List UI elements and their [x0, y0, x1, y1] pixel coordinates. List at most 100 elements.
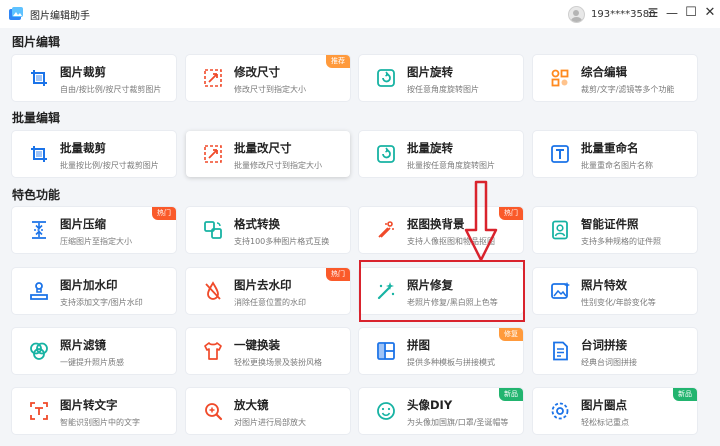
feature-card-rotate[interactable]: 批量旋转批量按任意角度旋转图片 — [359, 131, 523, 177]
feature-card-collage[interactable]: 拼图提供多种模板与拼接模式 修复 — [359, 328, 523, 374]
feature-card-convert[interactable]: 格式转换支持100多种图片格式互换 — [186, 207, 350, 253]
card-desc: 批量重命名图片名称 — [581, 161, 653, 170]
remove-watermark-icon — [202, 280, 224, 302]
card-title: 批量旋转 — [407, 141, 453, 155]
feature-card-add-watermark[interactable]: 图片加水印支持添加文字/图片水印 — [12, 268, 176, 314]
feature-card-id-photo[interactable]: 智能证件照支持多种规格的证件照 — [533, 207, 697, 253]
maximize-icon[interactable]: ☐ — [683, 5, 699, 21]
card-title: 批量重命名 — [581, 141, 639, 155]
badge-recommend: 推荐 — [326, 55, 350, 68]
card-title: 批量改尺寸 — [234, 141, 292, 155]
compress-icon — [28, 219, 50, 241]
filter-icon — [28, 340, 50, 362]
badge-new: 新品 — [499, 388, 523, 401]
card-desc: 消除任意位置的水印 — [234, 298, 306, 307]
cutout-icon — [375, 219, 397, 241]
feature-card-resize[interactable]: 修改尺寸修改尺寸到指定大小 推荐 — [186, 55, 350, 101]
app-title: 图片编辑助手 — [30, 11, 90, 22]
feature-card-filter[interactable]: 照片滤镜一键提升照片质感 — [12, 328, 176, 374]
down-arrow-annotation — [464, 180, 498, 262]
outfit-icon — [202, 340, 224, 362]
card-title: 图片圈点 — [581, 398, 627, 412]
card-desc: 修改尺寸到指定大小 — [234, 85, 306, 94]
card-title: 照片滤镜 — [60, 338, 106, 352]
card-desc: 支持添加文字/图片水印 — [60, 298, 143, 307]
card-title: 放大镜 — [234, 398, 269, 412]
card-title: 抠图换背景 — [407, 217, 465, 231]
section-title-image-edit: 图片编辑 — [12, 35, 61, 49]
rotate-icon — [375, 67, 397, 89]
convert-icon — [202, 219, 224, 241]
feature-card-rename[interactable]: 批量重命名批量重命名图片名称 — [533, 131, 697, 177]
card-title: 综合编辑 — [581, 65, 627, 79]
minimize-icon[interactable]: — — [664, 5, 680, 21]
card-desc: 轻松标记重点 — [581, 418, 629, 427]
card-desc: 按任意角度旋转图片 — [407, 85, 479, 94]
feature-card-rotate[interactable]: 图片旋转按任意角度旋转图片 — [359, 55, 523, 101]
crop-icon — [28, 67, 50, 89]
card-desc: 批量按比例/按尺寸裁剪图片 — [60, 161, 159, 170]
close-icon[interactable]: ✕ — [702, 5, 718, 21]
card-title: 图片压缩 — [60, 217, 106, 231]
card-desc: 对图片进行局部放大 — [234, 418, 306, 427]
card-desc: 经典台词图拼接 — [581, 358, 637, 367]
card-title: 图片加水印 — [60, 278, 118, 292]
feature-card-resize[interactable]: 批量改尺寸 批量修改尺寸到指定大小 — [186, 131, 350, 177]
feature-card-crop[interactable]: 批量裁剪批量按比例/按尺寸裁剪图片 — [12, 131, 176, 177]
avatar[interactable] — [568, 5, 585, 23]
account-menu[interactable]: 193****3580 — [568, 5, 656, 23]
ocr-icon — [28, 400, 50, 422]
card-title: 修改尺寸 — [234, 65, 280, 79]
add-watermark-icon — [28, 280, 50, 302]
feature-card-annotate[interactable]: 图片圈点轻松标记重点 新品 — [533, 388, 697, 434]
feature-card-crop[interactable]: 图片裁剪 自由/按比例/按尺寸裁剪图片 — [12, 55, 176, 101]
card-desc: 批量按任意角度旋转图片 — [407, 161, 495, 170]
card-desc: 为头像加国旗/口罩/圣诞帽等 — [407, 418, 509, 427]
badge-new: 新品 — [673, 388, 697, 401]
badge-hot: 热门 — [152, 207, 176, 220]
feature-card-effects[interactable]: 照片特效 性别变化/年龄变化等 — [533, 268, 697, 314]
feature-card-avatar-diy[interactable]: 头像DIY 为头像加国旗/口罩/圣诞帽等 新品 — [359, 388, 523, 434]
card-title: 图片转文字 — [60, 398, 118, 412]
feature-card-compress[interactable]: 图片压缩压缩图片至指定大小 热门 — [12, 207, 176, 253]
card-desc: 支持100多种图片格式互换 — [234, 237, 330, 246]
collage-icon — [375, 340, 397, 362]
card-title: 智能证件照 — [581, 217, 639, 231]
card-title: 图片去水印 — [234, 278, 292, 292]
card-desc: 压缩图片至指定大小 — [60, 237, 132, 246]
card-title: 一键换装 — [234, 338, 280, 352]
edit-combo-icon — [549, 67, 571, 89]
crop-icon — [28, 143, 50, 165]
feature-card-outfit[interactable]: 一键换装轻松更换场景及装扮风格 — [186, 328, 350, 374]
card-title: 拼图 — [407, 338, 430, 352]
menu-icon[interactable]: ☰ — [645, 5, 661, 21]
card-desc: 支持多种规格的证件照 — [581, 237, 661, 246]
feature-card-ocr[interactable]: 图片转文字智能识别图片中的文字 — [12, 388, 176, 434]
card-title: 图片裁剪 — [60, 65, 106, 79]
card-title: 格式转换 — [234, 217, 280, 231]
resize-icon — [202, 143, 224, 165]
id-photo-icon — [549, 219, 571, 241]
card-desc: 性别变化/年龄变化等 — [581, 298, 656, 307]
feature-card-magnifier[interactable]: 放大镜对图片进行局部放大 — [186, 388, 350, 434]
badge-recommend: 修复 — [499, 328, 523, 341]
card-desc: 轻松更换场景及装扮风格 — [234, 358, 322, 367]
resize-icon — [202, 67, 224, 89]
card-desc: 一键提升照片质感 — [60, 358, 124, 367]
feature-card-edit-combo[interactable]: 综合编辑 裁剪/文字/滤镜等多个功能 — [533, 55, 697, 101]
rename-icon — [549, 143, 571, 165]
card-title: 台词拼接 — [581, 338, 627, 352]
badge-hot: 热门 — [326, 268, 350, 281]
card-title: 图片旋转 — [407, 65, 453, 79]
rotate-icon — [375, 143, 397, 165]
card-title: 头像DIY — [407, 398, 453, 412]
effects-icon — [549, 280, 571, 302]
badge-hot: 热门 — [499, 207, 523, 220]
feature-card-remove-watermark[interactable]: 图片去水印消除任意位置的水印 热门 — [186, 268, 350, 314]
title-bar: 图片编辑助手 193****3580 ☰ — ☐ ✕ — [0, 0, 720, 28]
card-desc: 提供多种模板与拼接模式 — [407, 358, 495, 367]
card-desc: 智能识别图片中的文字 — [60, 418, 140, 427]
section-title-features: 特色功能 — [12, 188, 61, 202]
feature-card-subtitle[interactable]: 台词拼接经典台词图拼接 — [533, 328, 697, 374]
card-title: 批量裁剪 — [60, 141, 106, 155]
